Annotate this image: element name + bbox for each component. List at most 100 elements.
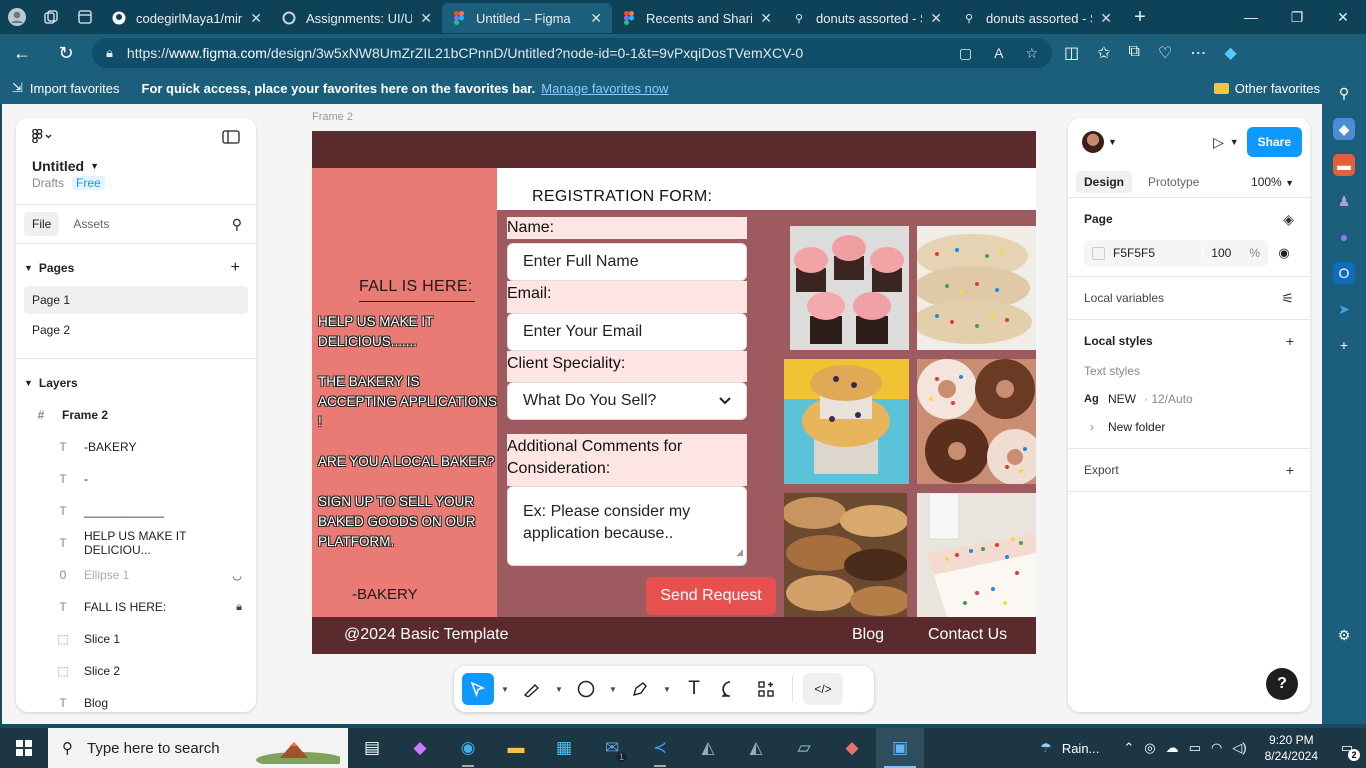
- page-item-1[interactable]: Page 1: [24, 286, 248, 314]
- games-icon[interactable]: ♟: [1333, 190, 1355, 212]
- chevron-down-icon[interactable]: ▼: [606, 685, 620, 694]
- lock-icon[interactable]: 🔒︎: [236, 601, 242, 614]
- comments-textarea[interactable]: Ex: Please consider my application becau…: [507, 486, 747, 566]
- favorite-star-icon[interactable]: ☆: [1025, 45, 1038, 62]
- frame-tool-icon[interactable]: [516, 673, 548, 705]
- edge-taskbar-icon[interactable]: ◉: [444, 728, 492, 768]
- text-tool-icon[interactable]: T: [678, 673, 710, 705]
- sprinkle-cake-image[interactable]: [917, 493, 1036, 617]
- layer-item[interactable]: T HELP US MAKE IT DELICIOU...: [16, 527, 256, 559]
- share-button[interactable]: Share: [1246, 127, 1302, 157]
- manage-favorites-link[interactable]: Manage favorites now: [541, 81, 668, 96]
- style-folder[interactable]: › New folder: [1084, 420, 1294, 434]
- frame-footer[interactable]: @2024 Basic Template Blog Contact Us: [312, 617, 1036, 654]
- url-field[interactable]: 🔒︎ https://www.figma.com/design/3w5xNW8U…: [92, 38, 1052, 68]
- close-tab-icon[interactable]: ✕: [590, 10, 602, 27]
- browser-tab[interactable]: Assignments: UI/UX ✕: [272, 3, 442, 33]
- tab-prototype[interactable]: Prototype: [1140, 171, 1207, 193]
- comment-tool-icon[interactable]: [714, 673, 746, 705]
- color-swatch[interactable]: [1092, 246, 1105, 260]
- battery-icon[interactable]: ▭: [1189, 740, 1201, 756]
- help-button[interactable]: ?: [1266, 668, 1298, 700]
- refresh-icon[interactable]: ↻: [44, 43, 88, 64]
- donuts-image[interactable]: [917, 359, 1036, 484]
- layer-frame-2[interactable]: # Frame 2: [16, 399, 256, 431]
- resize-handle-icon[interactable]: ◢: [736, 541, 743, 563]
- layer-item[interactable]: T Blog: [16, 687, 256, 712]
- present-play-icon[interactable]: ▷: [1213, 134, 1224, 151]
- outlook-icon[interactable]: O: [1333, 262, 1355, 284]
- weather-icon[interactable]: ☂: [1040, 740, 1052, 756]
- hidden-eye-icon[interactable]: ◡: [232, 569, 242, 582]
- close-tab-icon[interactable]: ✕: [420, 10, 432, 27]
- pen-tool-icon[interactable]: [624, 673, 656, 705]
- collections-icon[interactable]: ⧉: [1129, 43, 1140, 63]
- speciality-select[interactable]: What Do You Sell?: [507, 382, 747, 420]
- close-tab-icon[interactable]: ✕: [930, 10, 942, 27]
- meet-now-icon[interactable]: ◎: [1144, 740, 1155, 756]
- chevron-down-icon[interactable]: ▼: [660, 685, 674, 694]
- browser-tab[interactable]: ⚲ donuts assorted - Se ✕: [952, 3, 1122, 33]
- notifications-icon[interactable]: ▭ 2: [1336, 737, 1360, 761]
- notepad-icon[interactable]: ▱: [780, 728, 828, 768]
- other-favorites-button[interactable]: Other favorites: [1213, 81, 1320, 96]
- promo-text[interactable]: HELP US MAKE IT DELICIOUS....... THE BAK…: [318, 312, 500, 572]
- variables-settings-icon[interactable]: ⚟: [1281, 290, 1294, 307]
- text-style-item[interactable]: Ag NEW · 12/Auto: [1084, 392, 1294, 406]
- back-icon[interactable]: ←: [0, 43, 44, 64]
- copilot-icon[interactable]: ◆: [1224, 43, 1236, 63]
- browser-tab[interactable]: ⚲ donuts assorted - Se ✕: [782, 3, 952, 33]
- browser-tab[interactable]: Recents and Sharing ✕: [612, 3, 782, 33]
- fall-title[interactable]: FALL IS HERE:: [359, 278, 475, 302]
- mail-icon[interactable]: ✉ 1: [588, 728, 636, 768]
- actions-tool-icon[interactable]: [750, 673, 782, 705]
- send-icon[interactable]: ➤: [1333, 298, 1355, 320]
- copilot-app-icon[interactable]: ●: [1333, 226, 1355, 248]
- split-screen-icon[interactable]: ◫: [1064, 43, 1079, 63]
- add-page-icon[interactable]: +: [231, 259, 240, 277]
- terminal-app-icon[interactable]: ◭: [732, 728, 780, 768]
- browser-tab-active[interactable]: Untitled – Figma ✕: [442, 3, 612, 33]
- tab-design[interactable]: Design: [1076, 170, 1133, 193]
- name-input[interactable]: Enter Full Name: [507, 243, 747, 281]
- layer-item-hidden[interactable]: 0 Ellipse 1 ◡: [16, 559, 256, 591]
- layer-item-locked[interactable]: T FALL IS HERE: 🔒︎: [16, 591, 256, 623]
- email-input[interactable]: Enter Your Email: [507, 313, 747, 351]
- promo-panel[interactable]: FALL IS HERE: HELP US MAKE IT DELICIOUS.…: [312, 168, 497, 617]
- chevron-down-icon[interactable]: ▼: [498, 685, 512, 694]
- store-icon[interactable]: ▦: [540, 728, 588, 768]
- volume-icon[interactable]: ◁): [1232, 740, 1246, 756]
- local-variables-label[interactable]: Local variables: [1084, 291, 1164, 305]
- tab-file[interactable]: File: [24, 212, 60, 236]
- sprinkle-cookies-image[interactable]: [917, 226, 1036, 350]
- new-tab-button[interactable]: +: [1122, 6, 1158, 29]
- page-background-color-field[interactable]: F5F5F5 100 %: [1084, 240, 1268, 266]
- weather-label[interactable]: Rain...: [1062, 741, 1100, 756]
- tab-assets[interactable]: Assets: [65, 212, 117, 236]
- cupcakes-image[interactable]: [790, 226, 909, 350]
- chevron-up-icon[interactable]: ⌃: [1123, 740, 1134, 756]
- workspaces-icon[interactable]: [34, 0, 68, 34]
- tab-actions-icon[interactable]: [68, 0, 102, 34]
- start-button[interactable]: [0, 728, 48, 768]
- photos-icon[interactable]: ▣: [876, 728, 924, 768]
- browser-essentials-icon[interactable]: ♡: [1158, 43, 1172, 63]
- search-icon[interactable]: ⚲: [1333, 82, 1355, 104]
- footer-contact-link[interactable]: Contact Us: [928, 626, 1007, 644]
- maximize-icon[interactable]: ❐: [1274, 9, 1320, 26]
- file-explorer-icon[interactable]: ▬: [492, 728, 540, 768]
- clock[interactable]: 9:20 PM 8/24/2024: [1265, 732, 1318, 764]
- figma-menu-icon[interactable]: [32, 128, 54, 148]
- layer-item[interactable]: ⬚ Slice 2: [16, 655, 256, 687]
- minimize-icon[interactable]: —: [1228, 9, 1274, 26]
- layer-item[interactable]: ⬚ Slice 1: [16, 623, 256, 655]
- add-export-icon[interactable]: +: [1286, 462, 1294, 478]
- layer-item[interactable]: T ____________: [16, 495, 256, 527]
- task-view-icon[interactable]: ▤: [348, 728, 396, 768]
- more-menu-icon[interactable]: ⋯: [1190, 43, 1206, 63]
- frame-header-bar[interactable]: [312, 131, 1036, 168]
- taskbar-search[interactable]: ⚲ Type here to search: [48, 728, 348, 768]
- read-aloud-icon[interactable]: A: [994, 45, 1003, 62]
- chevron-down-icon[interactable]: ▼: [1230, 137, 1239, 147]
- layers-section-header[interactable]: ▼ Layers: [16, 367, 256, 399]
